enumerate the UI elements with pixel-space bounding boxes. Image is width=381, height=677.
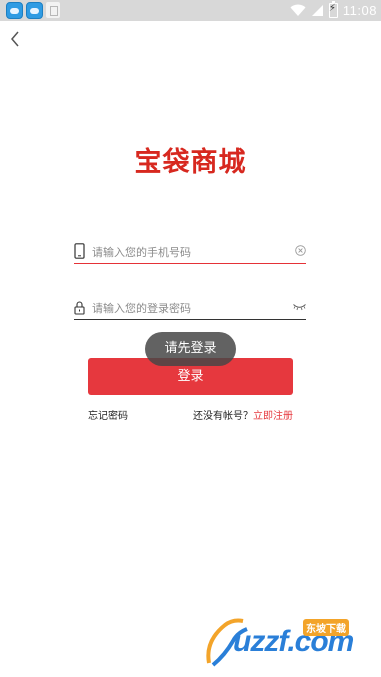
register-link[interactable]: 立即注册 [253,411,293,422]
watermark: uzzf.com 东坡下载 [203,609,379,669]
lock-icon [74,301,85,315]
status-time: 11:08 [342,3,377,18]
no-account-text: 还没有帐号？ [193,411,253,422]
password-input[interactable] [92,298,282,318]
app-logo: 宝袋商城 [134,147,247,178]
back-button[interactable] [4,28,26,50]
battery-charging-icon [328,1,338,18]
signal-icon [311,5,323,16]
status-bar: 11:08 [0,0,381,21]
status-bar-right: 11:08 [290,1,377,19]
watermark-badge: 东坡下载 [303,619,349,636]
clear-icon[interactable] [295,245,306,256]
phone-input[interactable] [92,242,282,262]
notification-icon [46,2,60,18]
phone-field [74,240,306,264]
qq-icon [26,2,43,19]
forgot-password-link[interactable]: 忘记密码 [88,407,128,422]
phone-icon [74,243,85,259]
chevron-left-icon [11,31,19,47]
toast-message: 请先登录 [145,332,236,366]
qq-icon [6,2,23,19]
eye-closed-icon[interactable] [293,303,306,311]
register-prompt: 还没有帐号？立即注册 [193,407,293,422]
password-field [74,296,306,320]
wifi-icon [290,4,306,16]
